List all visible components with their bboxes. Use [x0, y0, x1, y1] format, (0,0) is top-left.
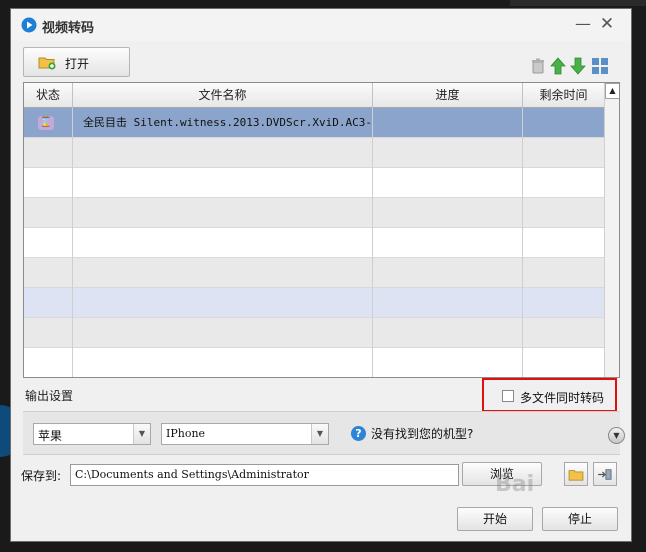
brand-select-value: 苹果 — [38, 429, 63, 443]
progress-cell — [373, 288, 523, 318]
open-button-label: 打开 — [65, 57, 90, 71]
remaining-cell — [523, 348, 604, 377]
status-cell — [24, 228, 73, 258]
table-body: ⌛ 全民目击 Silent.witness.2013.DVDScr.XviD.A… — [24, 108, 604, 377]
expand-settings-icon[interactable]: ▼ — [608, 427, 625, 444]
filename-cell — [73, 228, 373, 258]
status-cell — [24, 288, 73, 318]
export-icon — [598, 469, 612, 480]
background-strip — [510, 0, 646, 6]
table-header: 状态 文件名称 进度 剩余时间 — [24, 83, 604, 108]
column-header-remaining[interactable]: 剩余时间 — [523, 83, 604, 108]
remaining-cell — [523, 288, 604, 318]
move-down-icon[interactable] — [569, 57, 587, 75]
column-header-filename[interactable]: 文件名称 — [73, 83, 373, 108]
table-row[interactable] — [24, 198, 604, 228]
remaining-cell — [523, 258, 604, 288]
table-row[interactable] — [24, 168, 604, 198]
move-up-icon[interactable] — [549, 57, 567, 75]
status-cell — [24, 258, 73, 288]
filename-cell — [73, 258, 373, 288]
chevron-down-icon[interactable]: ▼ — [311, 424, 328, 444]
vertical-scrollbar[interactable]: ▲ — [604, 83, 619, 377]
remaining-cell — [523, 138, 604, 168]
column-header-progress[interactable]: 进度 — [373, 83, 523, 108]
window-title: 视频转码 — [42, 21, 95, 36]
table-row[interactable] — [24, 138, 604, 168]
table-row[interactable]: ⌛ 全民目击 Silent.witness.2013.DVDScr.XviD.A… — [24, 108, 604, 138]
filename-cell — [73, 318, 373, 348]
hourglass-icon: ⌛ — [38, 116, 54, 130]
start-button[interactable]: 开始 — [457, 507, 533, 531]
watermark: Bai — [495, 472, 535, 497]
title-bar[interactable]: 视频转码 — ✕ — [11, 9, 631, 41]
output-settings-label: 输出设置 — [25, 389, 74, 403]
remaining-cell — [523, 198, 604, 228]
remaining-cell — [523, 168, 604, 198]
filename-cell — [73, 198, 373, 228]
export-button[interactable] — [593, 462, 617, 486]
grid-view-icon[interactable] — [591, 57, 609, 75]
status-cell — [24, 348, 73, 377]
model-select[interactable]: IPhone ▼ — [161, 423, 329, 445]
stop-button[interactable]: 停止 — [542, 507, 618, 531]
filename-cell — [73, 138, 373, 168]
filename-cell — [73, 348, 373, 377]
column-header-status[interactable]: 状态 — [24, 83, 73, 108]
multi-file-checkbox[interactable] — [502, 390, 514, 402]
status-cell — [24, 168, 73, 198]
progress-cell — [373, 138, 523, 168]
table-row[interactable] — [24, 258, 604, 288]
scroll-up-arrow-icon[interactable]: ▲ — [605, 83, 619, 99]
multi-file-option-highlight: 多文件同时转码 — [482, 378, 617, 412]
table-row[interactable] — [24, 228, 604, 258]
table-row[interactable] — [24, 348, 604, 377]
status-cell — [24, 198, 73, 228]
file-table: 状态 文件名称 进度 剩余时间 ⌛ 全民目击 Silent.witness.20… — [23, 82, 620, 378]
table-row[interactable] — [24, 288, 604, 318]
minimize-button[interactable]: — — [573, 13, 593, 35]
progress-cell — [373, 348, 523, 377]
progress-cell — [373, 228, 523, 258]
folder-icon — [568, 470, 584, 481]
trash-icon[interactable] — [529, 57, 547, 75]
status-cell: ⌛ — [24, 108, 73, 138]
progress-cell — [373, 198, 523, 228]
close-button[interactable]: ✕ — [597, 13, 617, 35]
remaining-cell — [523, 108, 604, 138]
help-icon[interactable]: ? — [351, 426, 366, 441]
filename-cell — [73, 288, 373, 318]
filename-cell: 全民目击 Silent.witness.2013.DVDScr.XviD.AC3… — [73, 108, 373, 138]
open-button[interactable]: 打开 — [23, 47, 130, 77]
table-row[interactable] — [24, 318, 604, 348]
folder-add-icon — [38, 57, 56, 70]
output-settings-panel: 苹果 ▼ IPhone ▼ ? 没有找到您的机型? ▼ — [23, 411, 625, 455]
brand-select[interactable]: 苹果 ▼ — [33, 423, 151, 445]
video-transcode-dialog: 视频转码 — ✕ 打开 状态 文件名称 进度 剩余时间 ⌛ 全民目击 Silen… — [10, 8, 632, 542]
remaining-cell — [523, 318, 604, 348]
progress-cell — [373, 258, 523, 288]
progress-cell — [373, 108, 523, 138]
app-logo-icon — [21, 17, 37, 33]
status-cell — [24, 138, 73, 168]
progress-cell — [373, 168, 523, 198]
model-select-value: IPhone — [166, 427, 206, 440]
remaining-cell — [523, 228, 604, 258]
save-to-label: 保存到: — [21, 469, 62, 483]
multi-file-checkbox-label[interactable]: 多文件同时转码 — [520, 389, 604, 406]
model-not-found-link[interactable]: 没有找到您的机型? — [371, 425, 473, 442]
filename-cell — [73, 168, 373, 198]
progress-cell — [373, 318, 523, 348]
open-folder-button[interactable] — [564, 462, 588, 486]
chevron-down-icon[interactable]: ▼ — [133, 424, 150, 444]
save-path-input[interactable]: C:\Documents and Settings\Administrator — [70, 464, 459, 486]
status-cell — [24, 318, 73, 348]
